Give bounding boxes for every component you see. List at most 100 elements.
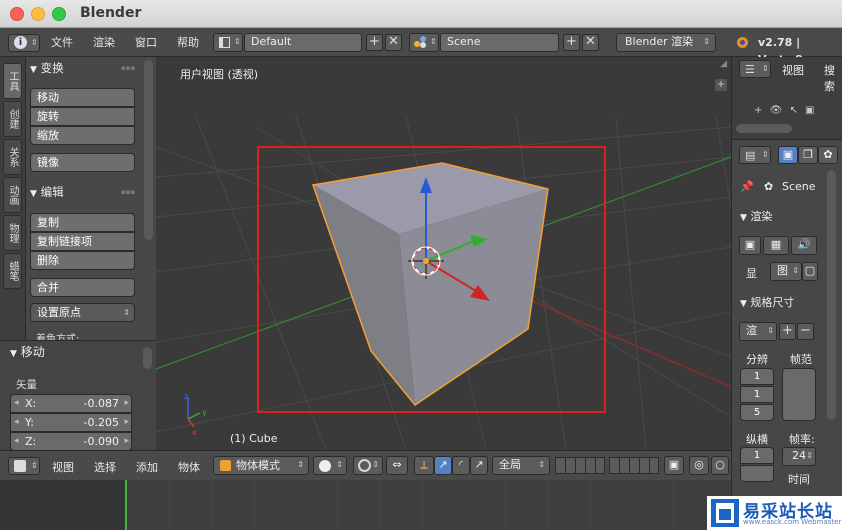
layer-buttons-right[interactable]	[609, 457, 659, 474]
tab-physics[interactable]: 物理	[3, 215, 22, 251]
drag-handle-icon[interactable]: ▪▪▪	[121, 188, 135, 196]
layer-buttons-left[interactable]	[555, 457, 605, 474]
3d-viewport[interactable]: z y x 用户视图 (透视) (1) Cube + ◢	[156, 57, 731, 450]
drag-handle-icon[interactable]: ▪▪▪	[121, 64, 135, 72]
render-panel-header[interactable]: ▼ 渲染	[740, 208, 772, 224]
aspect-y-field[interactable]	[740, 465, 774, 482]
tab-render-layers[interactable]: ❐	[798, 146, 818, 164]
rotate-manipulator-button[interactable]: ◜	[452, 456, 470, 475]
frame-range-fields[interactable]	[782, 368, 816, 421]
dimensions-panel-header[interactable]: ▼ 规格尺寸	[740, 294, 794, 310]
add-scene-button[interactable]: +	[563, 34, 580, 51]
menu-window[interactable]: 窗口	[135, 34, 157, 51]
tab-animation[interactable]: 动画	[3, 177, 22, 213]
tab-relations[interactable]: 关系	[3, 139, 22, 175]
transform-orientation-selector[interactable]: 全局 ⇕	[492, 456, 550, 475]
maximize-window-button[interactable]	[52, 7, 66, 21]
tab-render-properties[interactable]: ▣	[778, 146, 798, 164]
tab-tools[interactable]: 工具	[3, 63, 22, 99]
manipulator-toggle-button[interactable]: ⟂	[414, 456, 434, 475]
display-mode-selector[interactable]: 图 ⇕	[770, 262, 802, 281]
outliner-visibility-icons[interactable]: + 👁 ↖ ▣	[754, 105, 815, 116]
pivot-point-selector[interactable]: ⇕	[353, 456, 383, 475]
pin-icon[interactable]: 📌	[740, 180, 754, 193]
translate-button[interactable]: 移动	[30, 88, 135, 107]
menu-render[interactable]: 渲染	[93, 34, 115, 51]
menu-select[interactable]: 选择	[94, 459, 116, 475]
pivot-arrows-icon: ⇔	[392, 458, 402, 471]
menu-object[interactable]: 物体	[178, 459, 200, 475]
operator-panel-header[interactable]: ▼ 移动	[10, 343, 45, 361]
layout-name-field[interactable]: Default	[244, 33, 362, 52]
duplicate-button[interactable]: 复制	[30, 213, 135, 232]
delete-scene-button[interactable]: ✕	[582, 34, 599, 51]
menu-add[interactable]: 添加	[136, 459, 158, 475]
join-button[interactable]: 合并	[30, 278, 135, 297]
scale-button[interactable]: 缩放	[30, 126, 135, 145]
editor-type-properties-button[interactable]: ▤ ⇕	[739, 146, 771, 164]
render-image-button[interactable]: ▣	[739, 236, 761, 255]
object-mode-icon	[220, 460, 231, 471]
menu-view[interactable]: 视图	[52, 459, 74, 475]
rotate-button[interactable]: 旋转	[30, 107, 135, 126]
resolution-percent-field[interactable]: 5	[740, 404, 774, 421]
add-layout-button[interactable]: +	[366, 34, 383, 51]
operator-scrollbar[interactable]	[143, 347, 152, 369]
interaction-mode-selector[interactable]: 物体模式 ⇕	[213, 456, 309, 475]
screen-layout-selector[interactable]: ⇕	[213, 33, 243, 52]
transform-panel-header[interactable]: ▼ 变换	[30, 59, 64, 77]
scale-manipulator-button[interactable]: ↗	[470, 456, 488, 475]
menu-file[interactable]: 文件	[51, 34, 73, 51]
vector-x-field[interactable]: ◂ X: -0.087 ▸	[10, 394, 132, 413]
properties-region-toggle[interactable]: +	[715, 79, 727, 91]
tab-grease-pencil[interactable]: 蜡笔	[3, 253, 22, 289]
vector-z-field[interactable]: ◂ Z: -0.090 ▸	[10, 432, 132, 451]
lock-layers-button[interactable]: ▣	[664, 456, 684, 475]
translate-manipulator-button[interactable]: ↗	[434, 456, 452, 475]
mirror-button[interactable]: 镜像	[30, 153, 135, 172]
plus-icon: +	[782, 323, 793, 338]
close-window-button[interactable]	[10, 7, 24, 21]
editor-type-info-button[interactable]: i ⇕	[8, 34, 40, 52]
set-origin-dropdown[interactable]: 设置原点 ⇕	[30, 303, 135, 322]
frame-rate-selector[interactable]: 24 ⇕	[782, 447, 816, 466]
tab-create[interactable]: 创建	[3, 101, 22, 137]
corner-handle-icon[interactable]: ◢	[720, 59, 727, 69]
render-audio-button[interactable]: 🔊	[791, 236, 817, 255]
edit-panel-header[interactable]: ▼ 编辑	[30, 183, 64, 201]
lock-interface-button[interactable]: ▢	[802, 262, 818, 281]
editor-type-outliner-button[interactable]: ☰ ⇕	[739, 60, 771, 78]
menu-help[interactable]: 帮助	[177, 34, 199, 51]
scale-icon: ↗	[474, 458, 484, 471]
render-animation-button[interactable]: ▦	[763, 236, 789, 255]
proportional-edit-button[interactable]: ◎	[689, 456, 709, 475]
render-preset-selector[interactable]: 渲 ⇕	[739, 322, 777, 341]
aspect-x-field[interactable]: 1	[740, 447, 774, 464]
minimize-window-button[interactable]	[31, 7, 45, 21]
remove-preset-button[interactable]: −	[797, 323, 814, 340]
properties-editor: ▤ ⇕ ▣ ❐ ✿ 📌 ✿ Scene ▼ 渲染 ▣ ▦ 🔊 显 图 ⇕ ▢ ▼…	[731, 140, 842, 530]
viewport-shading-selector[interactable]: ⇕	[313, 456, 347, 475]
resolution-y-field[interactable]: 1	[740, 386, 774, 403]
duplicate-linked-button[interactable]: 复制链接项	[30, 232, 135, 251]
scene-selector[interactable]: ⇕	[409, 33, 439, 52]
timeline-area[interactable]	[0, 480, 731, 530]
vector-y-field[interactable]: ◂ Y: -0.205 ▸	[10, 413, 132, 432]
outliner-search-menu[interactable]: 搜索	[824, 62, 842, 94]
outliner-scrollbar[interactable]	[736, 124, 792, 133]
snap-button[interactable]: ○	[711, 456, 729, 475]
outliner-view-menu[interactable]: 视图	[782, 62, 804, 78]
resolution-x-field[interactable]: 1	[740, 368, 774, 385]
delete-layout-button[interactable]: ✕	[385, 34, 402, 51]
manipulator-center-button[interactable]: ⇔	[386, 456, 408, 475]
add-preset-button[interactable]: +	[779, 323, 796, 340]
properties-scrollbar[interactable]	[827, 170, 836, 420]
render-engine-selector[interactable]: Blender 渲染 ⇕	[616, 33, 716, 52]
editor-type-3dview-button[interactable]: ⇕	[8, 457, 40, 475]
delete-button[interactable]: 删除	[30, 251, 135, 270]
tab-scene-properties[interactable]: ✿	[818, 146, 838, 164]
tool-shelf-scrollbar[interactable]	[144, 60, 153, 240]
scene-name-field[interactable]: Scene	[440, 33, 559, 52]
window-title: Blender	[80, 5, 142, 21]
properties-icon: ▤	[745, 149, 756, 162]
